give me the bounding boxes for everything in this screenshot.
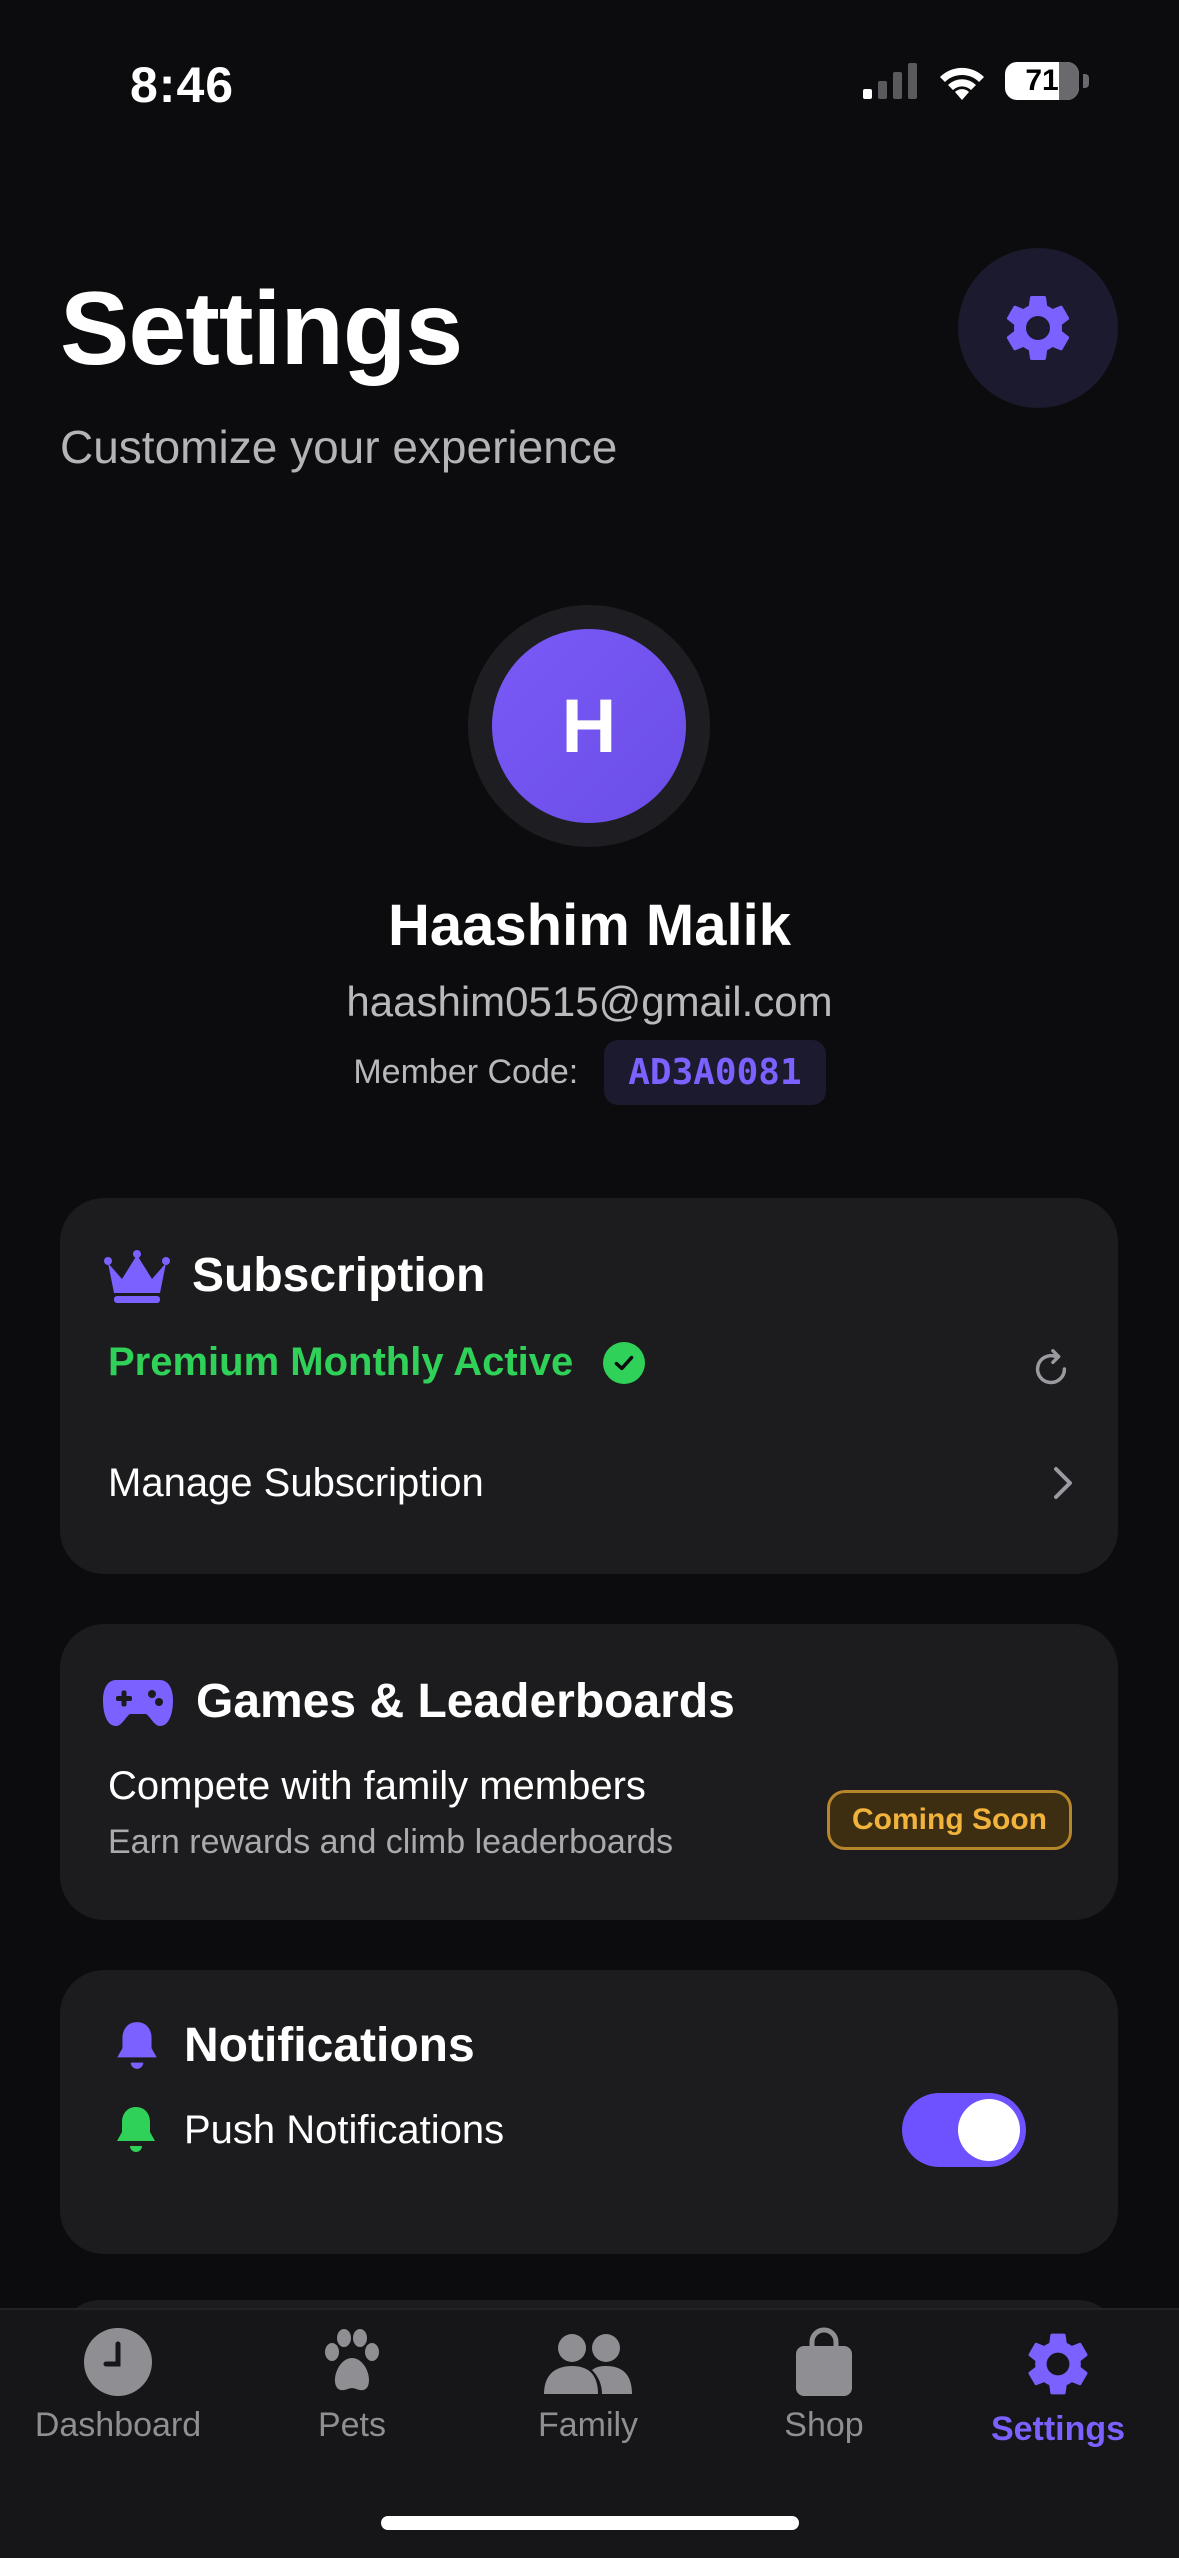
battery-level: 71 [1025,64,1059,97]
games-header: Games & Leaderboards [102,1674,735,1729]
subscription-status: Premium Monthly Active [108,1340,646,1385]
tab-shop[interactable]: Shop [706,2326,942,2445]
check-circle-icon [603,1341,646,1384]
avatar[interactable]: H [468,605,710,847]
page-title: Settings [60,271,463,387]
push-notifications-row: Push Notifications [112,2090,1026,2170]
push-notifications-toggle[interactable] [902,2093,1026,2167]
crown-icon [104,1249,170,1303]
gear-icon [1006,295,1070,360]
games-description: Compete with family members Earn rewards… [108,1764,673,1862]
battery-icon: 71 [1005,62,1079,100]
subscription-header: Subscription [104,1248,485,1303]
bell-icon [117,2021,157,2069]
notifications-card: Notifications Push Notifications [60,1970,1118,2254]
notifications-title: Notifications [184,2019,475,2072]
coming-soon-badge: Coming Soon [827,1790,1072,1850]
signal-icon [863,63,917,99]
refresh-icon[interactable] [1028,1346,1074,1392]
avatar-initial: H [492,629,686,823]
tab-dashboard[interactable]: Dashboard [0,2326,236,2445]
manage-subscription-label: Manage Subscription [108,1460,484,1505]
subscription-card: Subscription Premium Monthly Active Mana… [60,1198,1118,1574]
tab-shop-label: Shop [784,2406,864,2444]
tab-settings[interactable]: Settings [940,2326,1176,2449]
bell-green-icon [117,2107,155,2152]
bag-icon [796,2327,852,2396]
tab-pets[interactable]: Pets [234,2326,470,2445]
profile-name: Haashim Malik [388,893,791,958]
games-title: Games & Leaderboards [196,1675,735,1728]
profile-email: haashim0515@gmail.com [346,978,833,1025]
notifications-header: Notifications [112,2018,475,2073]
battery-tip [1083,74,1089,88]
gear-icon [1028,2333,1088,2395]
toggle-knob [958,2099,1020,2161]
tab-pets-label: Pets [317,2406,387,2444]
tab-settings-label: Settings [990,2410,1126,2448]
people-icon [544,2334,632,2394]
games-card: Games & Leaderboards Compete with family… [60,1624,1118,1920]
member-code-value[interactable]: AD3A0081 [604,1040,826,1105]
tab-dashboard-label: Dashboard [34,2406,202,2444]
tab-family-label: Family [537,2406,639,2444]
home-indicator[interactable] [381,2516,799,2530]
member-code-row: Member Code: AD3A0081 [0,1040,1179,1105]
header-gear-button[interactable] [958,248,1118,408]
push-notifications-label-group: Push Notifications [112,2104,504,2156]
subscription-title: Subscription [192,1249,486,1302]
push-notifications-label: Push Notifications [184,2107,505,2152]
wifi-icon [940,67,984,100]
manage-subscription-row[interactable]: Manage Subscription [108,1448,1078,1518]
member-code-label: Member Code: [353,1053,579,1091]
paw-icon [325,2329,379,2391]
subscription-status-text: Premium Monthly Active [108,1340,574,1384]
games-line2: Earn rewards and climb leaderboards [108,1823,674,1861]
status-time: 8:46 [130,57,235,113]
chevron-right-icon [1054,1467,1072,1499]
clock-icon [84,2328,152,2396]
status-icons: 71 [863,62,1089,100]
page-subtitle: Customize your experience [60,421,618,473]
tab-family[interactable]: Family [470,2326,706,2445]
games-line1: Compete with family members [108,1764,646,1808]
gamepad-icon [103,1679,173,1726]
